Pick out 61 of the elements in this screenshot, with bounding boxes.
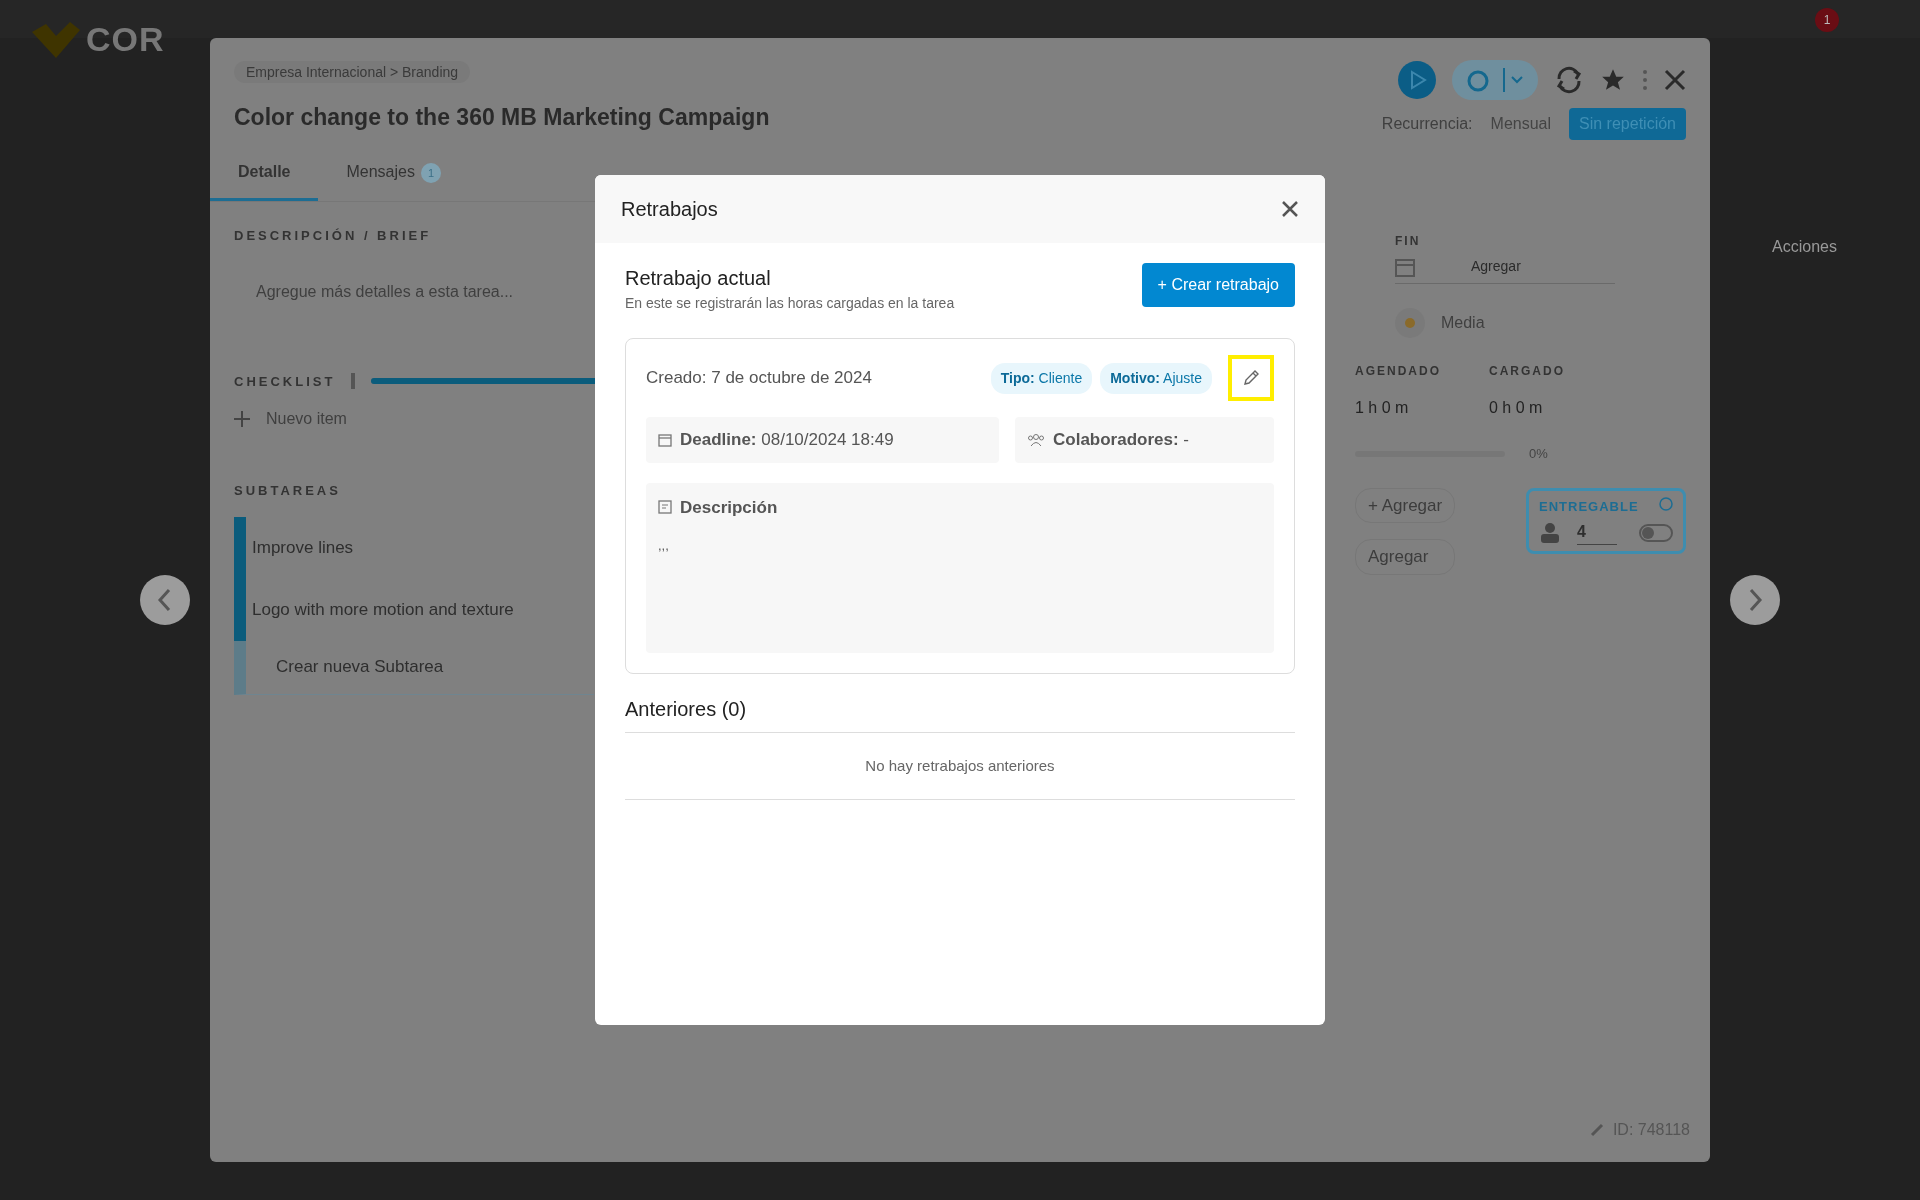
deliverable-count[interactable]: 4 (1577, 520, 1617, 545)
add-button[interactable]: + Agregar (1355, 487, 1456, 523)
dialog-title: Retrabajos (621, 197, 718, 222)
create-rework-button[interactable]: + Crear retrabajo (1141, 263, 1295, 307)
chevron-right-icon (1747, 588, 1763, 612)
logo-icon (30, 19, 82, 60)
close-icon[interactable] (1664, 69, 1686, 91)
priority-value[interactable]: Media (1441, 311, 1485, 335)
section-label: DESCRIPCIÓN / BRIEF (234, 227, 433, 245)
sync-icon[interactable] (1554, 65, 1584, 95)
count-badge: 1 (420, 163, 441, 184)
field-label: FIN (1395, 233, 1422, 250)
empty-message: No hay retrabajos anteriores (864, 755, 1056, 776)
pencil-icon (1242, 369, 1260, 387)
note-icon (658, 500, 672, 515)
plus-icon[interactable] (234, 411, 250, 427)
section-subtitle: En este se registrarán las horas cargadas en la tarea (625, 294, 955, 313)
end-date-field[interactable]: Agregar (1471, 256, 1521, 277)
new-item-link[interactable]: Nuevo item (266, 407, 347, 431)
section-heading: Anteriores (0) (625, 696, 748, 722)
section-heading: Retrabajo actual (625, 266, 772, 291)
progress-reading: 0% (1529, 445, 1548, 463)
tab[interactable]: Mensajes 1 (318, 148, 469, 201)
description-text: ,,, (658, 537, 670, 555)
recurrence-label: Recurrencia: (1381, 114, 1473, 134)
priority-icon (1395, 308, 1425, 338)
people-icon (1027, 432, 1045, 447)
calendar-icon (1395, 256, 1415, 277)
people-icon (1539, 521, 1561, 544)
info-icon[interactable] (1659, 496, 1673, 511)
deliverable-label: ENTREGABLE (1539, 497, 1639, 516)
edit-button[interactable] (1228, 355, 1274, 401)
chevron-left-icon (157, 588, 173, 612)
tag: Tipo: Cliente (990, 362, 1093, 394)
drag-handle-icon[interactable] (351, 373, 356, 390)
add-button[interactable]: Agregar (1355, 539, 1456, 575)
collaborators-text: Colaboradores: - (1053, 429, 1190, 451)
recurrence-option[interactable]: Mensual (1480, 108, 1562, 140)
time-value: 1 h 0 m (1355, 398, 1410, 418)
app-logo: COR (86, 19, 165, 60)
deliverable-toggle[interactable] (1639, 523, 1673, 542)
description-label: Descripción (680, 496, 778, 519)
close-icon[interactable] (1281, 200, 1299, 218)
created-date: Creado: 7 de octubre de 2024 (646, 367, 872, 390)
next-button[interactable] (1730, 575, 1780, 625)
breadcrumb[interactable]: Empresa Internacional > Branding (234, 61, 471, 83)
section-label: SUBTAREAS (234, 482, 342, 500)
more-icon[interactable] (1642, 69, 1648, 91)
calendar-icon (658, 432, 672, 447)
field-label: AGENDADO (1355, 363, 1441, 380)
time-value: 0 h 0 m (1489, 398, 1544, 418)
deadline-text: Deadline: 08/10/2024 18:49 (680, 429, 894, 451)
play-button[interactable] (1398, 61, 1436, 99)
column-header: Acciones (1772, 237, 1837, 257)
previous-button[interactable] (140, 575, 190, 625)
task-title: Color change to the 360 MB Marketing Campaign (234, 103, 770, 132)
field-label: CARGADO (1489, 363, 1565, 380)
tab[interactable]: Detalle (210, 148, 319, 201)
section-label: CHECKLIST (234, 372, 336, 391)
tag: Motivo: Ajuste (1100, 362, 1212, 394)
timer-button[interactable] (1452, 60, 1538, 100)
